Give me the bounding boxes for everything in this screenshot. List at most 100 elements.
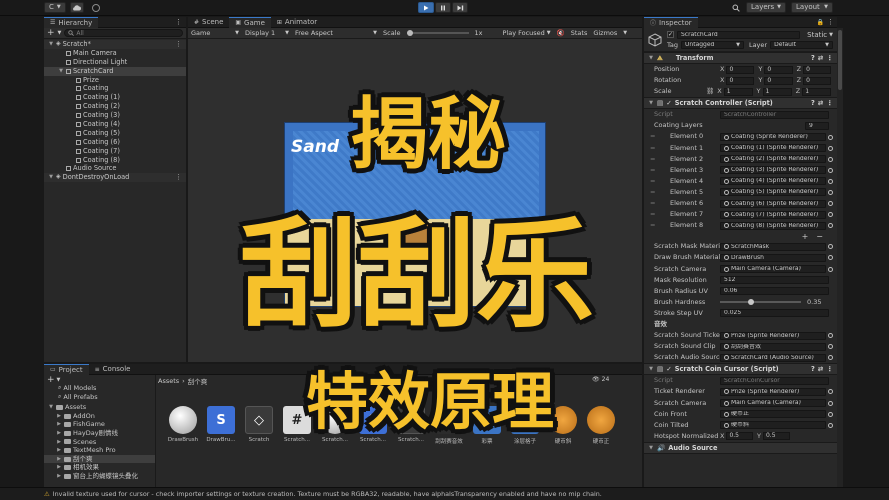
more-options-icon[interactable]: ⋮ [826,99,837,107]
transform-z-field[interactable]: Z0 [797,75,831,86]
drag-handle-icon[interactable]: = [644,176,658,187]
tab-scene[interactable]: # Scene [188,17,229,28]
more-options-icon[interactable]: ⋮ [827,18,837,26]
add-icon[interactable]: + [47,28,55,38]
tab-console[interactable]: ≡ Console [89,364,137,375]
link-icon[interactable]: ⛓ [706,86,714,97]
drag-handle-icon[interactable]: = [644,154,658,165]
element-reference-field[interactable]: Coating (4) (Sprite Renderer) [720,177,826,186]
play-button[interactable] [418,2,434,13]
hierarchy-item[interactable]: Coating (6) [44,138,186,147]
element-reference-field[interactable]: Coating (5) (Sprite Renderer) [720,188,826,197]
drag-handle-icon[interactable]: = [644,143,658,154]
element-reference-field[interactable]: Coating (Sprite Renderer) [720,133,826,142]
brush-hardness-slider[interactable] [720,299,801,306]
transform-y-field[interactable]: Y0 [758,75,793,86]
object-picker-icon[interactable] [828,223,833,229]
transform-z-field[interactable]: Z1 [796,86,832,97]
project-folder[interactable]: ▶ AddOn [44,412,155,421]
number-field[interactable]: 512 [720,276,829,285]
favorite-item[interactable]: ⌕ All Prefabs [44,393,155,402]
chevron-down-icon[interactable]: ▼ [58,30,62,36]
object-reference-field[interactable]: 硬币正 [720,410,826,419]
preset-icon[interactable]: ⇄ [818,99,824,107]
element-reference-field[interactable]: Coating (2) (Sprite Renderer) [720,155,826,164]
object-reference-field[interactable]: Main Camera (Camera) [720,399,826,408]
tab-inspector[interactable]: ⓘ Inspector [644,16,698,28]
status-bar[interactable]: ⚠ Invalid texture used for cursor - chec… [0,487,889,500]
object-picker-icon[interactable] [828,355,833,361]
transform-x-field[interactable]: X0 [720,75,755,86]
field-value[interactable]: 0.35 [807,297,829,308]
help-icon[interactable]: ? [811,365,815,373]
object-name-field[interactable]: ScratchCard [677,30,801,39]
tab-animator[interactable]: ⊞ Animator [271,17,323,28]
drag-handle-icon[interactable]: = [644,187,658,198]
object-picker-icon[interactable] [828,189,833,195]
lock-icon[interactable]: 🔒 [817,19,827,26]
foldout-arrow-icon[interactable]: ▶ [56,412,62,421]
project-folder[interactable]: ▶ HayDay剧情线 [44,429,155,438]
coin-cursor-header[interactable]: ▼ ▤ ✓ Scratch Coin Cursor (Script) ? ⇄ ⋮ [644,363,837,376]
aspect-dropdown[interactable]: Free Aspect ▼ [295,29,377,37]
breadcrumb-current[interactable]: 刮个爽 [188,376,208,386]
more-options-icon[interactable]: ⋮ [826,54,837,62]
game-mode-dropdown[interactable]: Game ▼ [191,29,239,37]
project-folder[interactable]: ▼ Assets [44,403,155,412]
hierarchy-search[interactable]: All [64,29,183,37]
hierarchy-item[interactable]: Coating (5) [44,129,186,138]
add-icon[interactable]: + [47,375,55,385]
foldout-arrow-icon[interactable]: ▼ [58,67,64,76]
project-folder[interactable]: ▶ Scenes [44,438,155,447]
chevron-down-icon[interactable]: ▼ [57,377,61,383]
foldout-arrow-icon[interactable]: ▼ [48,173,54,182]
hierarchy-item[interactable]: ▼ ◈ DontDestroyOnLoad ⋮ [44,173,186,183]
drag-handle-icon[interactable]: = [644,198,658,209]
more-options-icon[interactable]: ⋮ [175,18,186,26]
object-picker-icon[interactable] [828,266,833,272]
object-reference-field[interactable]: DrawBrush [720,253,826,262]
inspector-scrollbar[interactable] [837,28,843,487]
foldout-arrow-icon[interactable]: ▶ [56,438,62,447]
gizmos-button[interactable]: Gizmos [593,29,617,37]
hierarchy-item[interactable]: Audio Source [44,164,186,173]
favorite-item[interactable]: ⌕ All Models [44,384,155,393]
drag-handle-icon[interactable]: = [644,165,658,176]
search-icon[interactable] [731,3,741,13]
object-reference-field[interactable]: Prize (Sprite Renderer) [720,387,826,396]
more-options-icon[interactable]: ⋮ [175,40,186,49]
tab-hierarchy[interactable]: ☰ Hierarchy [44,16,99,28]
tab-game[interactable]: ▣ Game [229,16,271,28]
hotspot-y[interactable]: Y 0.5 [757,431,790,442]
object-picker-icon[interactable] [828,389,833,395]
asset-item[interactable]: 硬币正 [584,406,618,445]
hierarchy-item[interactable]: Coating (4) [44,120,186,129]
object-picker-icon[interactable] [828,167,833,173]
object-picker-icon[interactable] [828,145,833,151]
add-element-button[interactable]: + [802,232,809,241]
foldout-arrow-icon[interactable]: ▼ [48,403,54,412]
preset-icon[interactable]: ⇄ [818,365,824,373]
display-dropdown[interactable]: Display 1 ▼ [245,29,289,37]
layer-dropdown[interactable]: Default ▼ [770,40,834,49]
foldout-arrow-icon[interactable]: ▶ [56,463,62,472]
hierarchy-item[interactable]: Directional Light [44,58,186,67]
foldout-arrow-icon[interactable]: ▶ [56,420,62,429]
hierarchy-item[interactable]: Coating (3) [44,111,186,120]
object-picker-icon[interactable] [828,344,833,350]
active-checkbox[interactable]: ✓ [667,31,674,38]
audio-source-header[interactable]: ▼ 🔊 Audio Source [644,441,837,454]
hierarchy-item[interactable]: Coating [44,84,186,93]
element-reference-field[interactable]: Coating (1) (Sprite Renderer) [720,144,826,153]
help-icon[interactable]: ? [811,99,815,107]
object-reference-field[interactable]: 刮刮赛音效 [720,342,826,351]
drag-handle-icon[interactable]: = [644,220,658,231]
hierarchy-item[interactable]: Coating (8) [44,156,186,165]
transform-x-field[interactable]: X0 [720,64,755,75]
number-field[interactable]: 0.025 [720,309,829,318]
coating-count-field[interactable]: 9 [805,121,829,130]
object-picker-icon[interactable] [828,255,833,261]
mute-icon[interactable]: 🔇 [557,29,565,37]
foldout-arrow-icon[interactable]: ▶ [56,472,62,481]
collab-icon[interactable] [91,3,100,12]
